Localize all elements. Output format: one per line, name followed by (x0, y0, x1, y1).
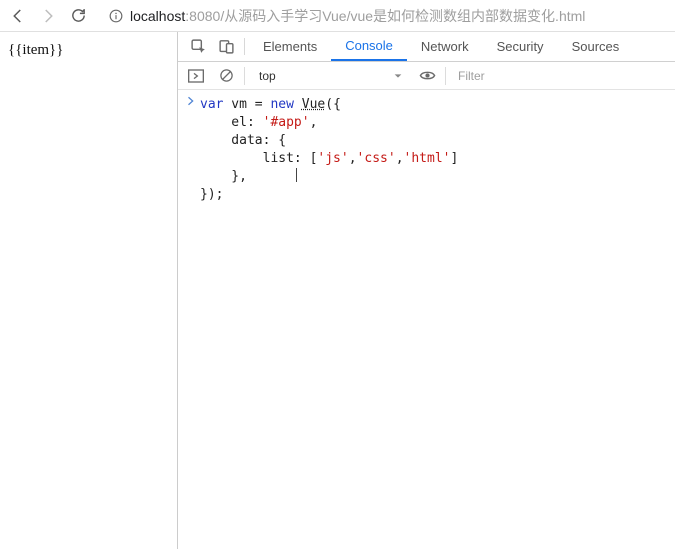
live-expression-icon[interactable] (415, 64, 439, 88)
filter-input[interactable]: Filter (452, 69, 669, 83)
forward-button[interactable] (34, 2, 62, 30)
browser-toolbar: localhost:8080/从源码入手学习Vue/vue是如何检测数组内部数据… (0, 0, 675, 32)
tab-console[interactable]: Console (331, 32, 407, 61)
console-body[interactable]: var vm = new Vue({ el: '#app', data: { l… (178, 90, 675, 549)
page-content: {{item}} (0, 32, 178, 549)
devtools-tabs: Elements Console Network Security Source… (178, 32, 675, 62)
chevron-down-icon (393, 71, 403, 81)
console-sidebar-toggle-icon[interactable] (184, 64, 208, 88)
tab-elements[interactable]: Elements (249, 32, 331, 61)
page-body-text: {{item}} (8, 42, 63, 58)
context-selector[interactable]: top (251, 66, 409, 86)
console-code[interactable]: var vm = new Vue({ el: '#app', data: { l… (200, 96, 458, 204)
device-toggle-icon[interactable] (212, 32, 240, 61)
url-text: localhost:8080/从源码入手学习Vue/vue是如何检测数组内部数据… (130, 6, 585, 26)
tab-network[interactable]: Network (407, 32, 483, 61)
tab-sources[interactable]: Sources (558, 32, 634, 61)
address-bar[interactable]: localhost:8080/从源码入手学习Vue/vue是如何检测数组内部数据… (100, 3, 671, 29)
inspect-element-icon[interactable] (184, 32, 212, 61)
reload-button[interactable] (64, 2, 92, 30)
clear-console-icon[interactable] (214, 64, 238, 88)
site-info-icon[interactable] (108, 8, 124, 24)
tab-security[interactable]: Security (483, 32, 558, 61)
console-toolbar: top Filter (178, 62, 675, 90)
text-caret (296, 168, 297, 182)
prompt-icon (186, 96, 200, 106)
devtools-panel: Elements Console Network Security Source… (178, 32, 675, 549)
back-button[interactable] (4, 2, 32, 30)
context-label: top (259, 69, 276, 83)
console-entry: var vm = new Vue({ el: '#app', data: { l… (178, 94, 675, 206)
